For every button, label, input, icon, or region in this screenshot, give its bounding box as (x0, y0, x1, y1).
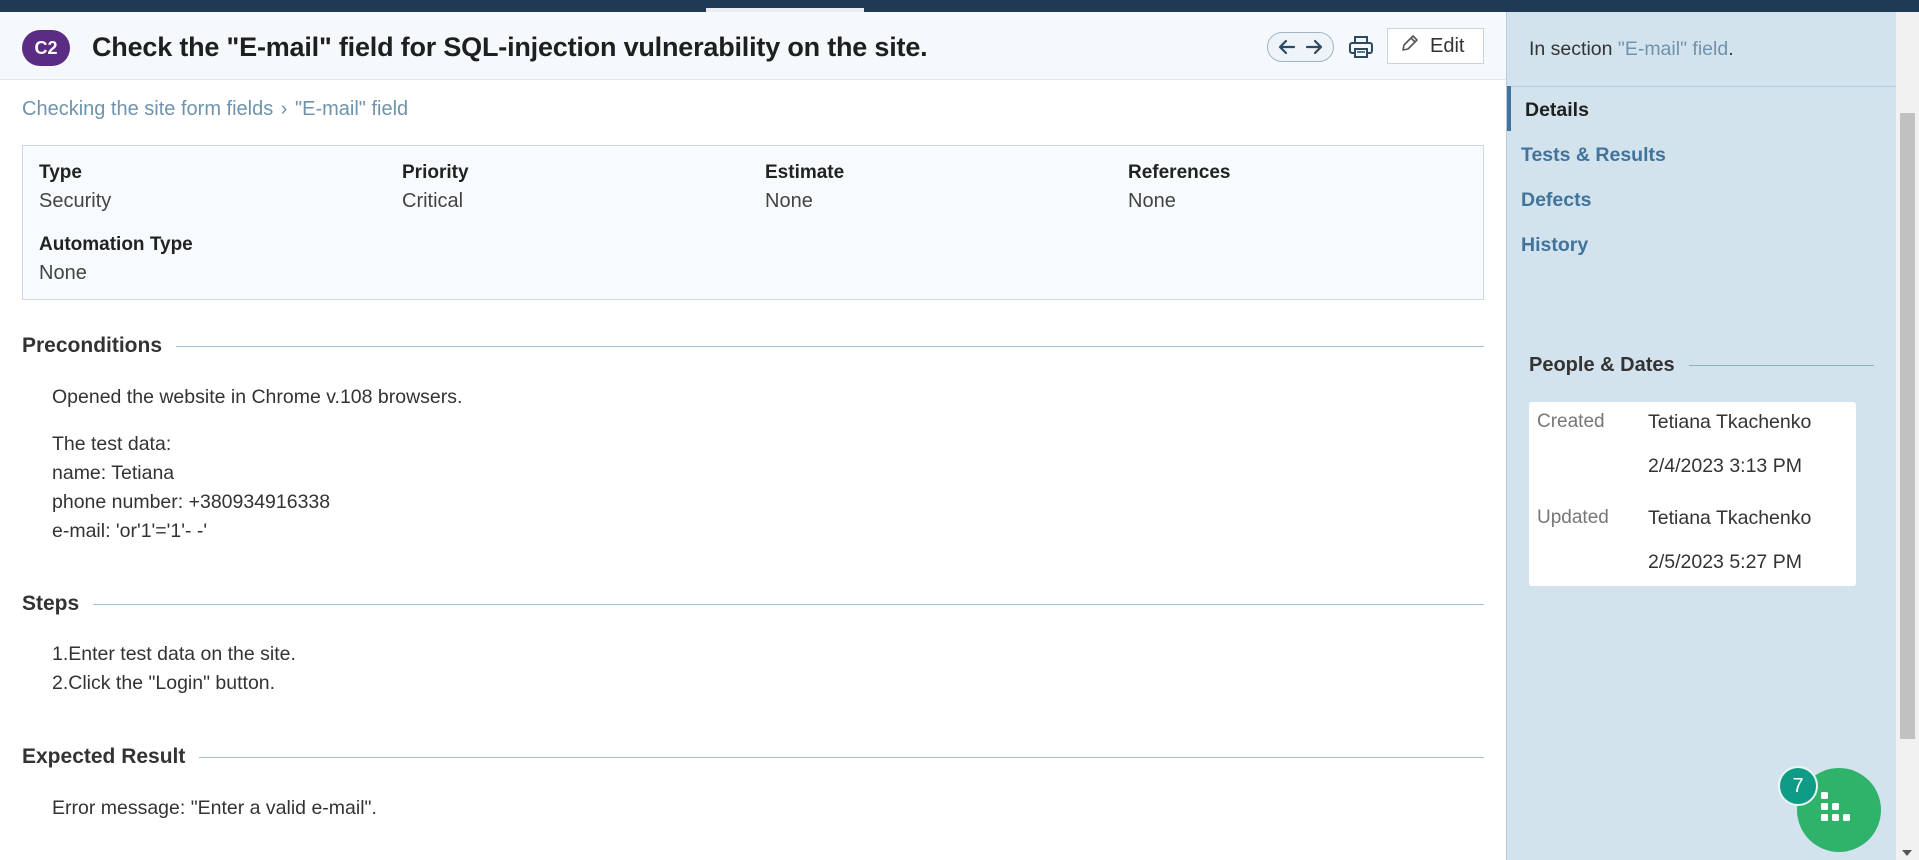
steps-heading: Steps (22, 592, 1484, 616)
expected-line: Error message: "Enter a valid e-mail". (52, 797, 377, 819)
people-dates-title: People & Dates (1529, 354, 1675, 376)
expected-result-title: Expected Result (22, 745, 186, 768)
sidebar-item-history[interactable]: History (1521, 234, 1588, 257)
steps-text: 1.Enter test data on the site. 2.Click t… (52, 640, 296, 698)
precondition-line: Opened the website in Chrome v.108 brows… (52, 386, 463, 408)
case-navigation (1267, 32, 1334, 62)
people-dates-card: Created Tetiana Tkachenko 2/4/2023 3:13 … (1529, 402, 1856, 586)
sidebar-item-defects[interactable]: Defects (1521, 189, 1591, 212)
test-data-text: The test data: name: Tetiana phone numbe… (52, 430, 330, 546)
created-by: Tetiana Tkachenko (1648, 411, 1812, 433)
updated-by: Tetiana Tkachenko (1648, 507, 1812, 529)
preconditions-text: Opened the website in Chrome v.108 brows… (52, 383, 462, 412)
field-references: References None (1128, 162, 1230, 213)
section-divider (93, 603, 1484, 605)
field-references-value: None (1128, 190, 1176, 212)
pencil-icon (1400, 33, 1420, 59)
updated-date: 2/5/2023 5:27 PM (1648, 551, 1802, 573)
expected-result-heading: Expected Result (22, 745, 1484, 769)
field-estimate-label: Estimate (765, 162, 845, 183)
sidebar-item-tests-results[interactable]: Tests & Results (1521, 144, 1666, 167)
vertical-scrollbar[interactable] (1896, 12, 1919, 860)
case-id-badge: C2 (22, 30, 70, 66)
field-priority: Priority Critical (402, 162, 469, 213)
breadcrumb-separator: › (280, 98, 288, 120)
step-line: 2.Click the "Login" button. (52, 672, 276, 694)
field-priority-value: Critical (402, 190, 464, 212)
precondition-line: phone number: +380934916338 (52, 491, 331, 513)
grid-apps-icon (1819, 790, 1859, 831)
field-automation-type-label: Automation Type (39, 234, 193, 255)
field-type-value: Security (39, 190, 112, 212)
field-type-label: Type (39, 162, 82, 183)
section-hint: In section "E-mail" field. (1529, 38, 1734, 61)
breadcrumb-current-link[interactable]: "E-mail" field (295, 98, 408, 120)
field-references-label: References (1128, 162, 1231, 183)
precondition-line: The test data: (52, 433, 172, 455)
updated-label: Updated (1537, 507, 1609, 528)
field-automation-type-value: None (39, 262, 87, 284)
created-label: Created (1537, 411, 1605, 432)
precondition-line: name: Tetiana (52, 462, 175, 484)
section-divider (176, 345, 1484, 347)
edit-button-label: Edit (1430, 34, 1465, 57)
field-automation-type: Automation Type None (39, 234, 193, 285)
case-fields-panel: Type Security Priority Critical Estimate… (22, 145, 1484, 300)
section-hint-prefix: In section (1529, 38, 1618, 60)
notification-count-badge: 7 (1778, 766, 1818, 806)
top-navigation-bar (0, 0, 1919, 12)
preconditions-title: Preconditions (22, 334, 163, 357)
field-priority-label: Priority (402, 162, 469, 183)
arrow-left-icon[interactable] (1276, 36, 1298, 58)
step-line: 1.Enter test data on the site. (52, 643, 296, 665)
section-divider (1688, 365, 1874, 366)
section-link[interactable]: "E-mail" field (1618, 38, 1728, 60)
field-type: Type Security (39, 162, 111, 213)
case-header: C2 Check the "E-mail" field for SQL-inje… (0, 12, 1506, 80)
sidebar-divider (1507, 86, 1897, 87)
section-divider (199, 756, 1484, 758)
details-sidebar: In section "E-mail" field. Details Tests… (1506, 12, 1897, 860)
breadcrumb: Checking the site form fields › "E-mail"… (22, 98, 408, 121)
edit-button[interactable]: Edit (1387, 28, 1484, 64)
page-title: Check the "E-mail" field for SQL-injecti… (92, 32, 928, 62)
scroll-down-arrow-icon[interactable] (1902, 850, 1912, 856)
scrollbar-thumb[interactable] (1900, 113, 1915, 739)
created-date: 2/4/2023 3:13 PM (1648, 455, 1802, 477)
sidebar-item-details[interactable]: Details (1525, 99, 1589, 122)
section-hint-suffix: . (1728, 38, 1734, 60)
main-content: C2 Check the "E-mail" field for SQL-inje… (0, 12, 1506, 860)
active-nav-indicator (1507, 86, 1511, 131)
field-estimate: Estimate None (765, 162, 844, 213)
people-dates-heading: People & Dates (1529, 354, 1874, 377)
breadcrumb-parent-link[interactable]: Checking the site form fields (22, 98, 273, 120)
expected-result-text: Error message: "Enter a valid e-mail". (52, 794, 377, 823)
precondition-line: e-mail: 'or'1'='1'- -' (52, 520, 208, 542)
steps-title: Steps (22, 592, 80, 615)
preconditions-heading: Preconditions (22, 334, 1484, 358)
field-estimate-value: None (765, 190, 813, 212)
arrow-right-icon[interactable] (1303, 36, 1325, 58)
printer-icon[interactable] (1346, 32, 1376, 62)
